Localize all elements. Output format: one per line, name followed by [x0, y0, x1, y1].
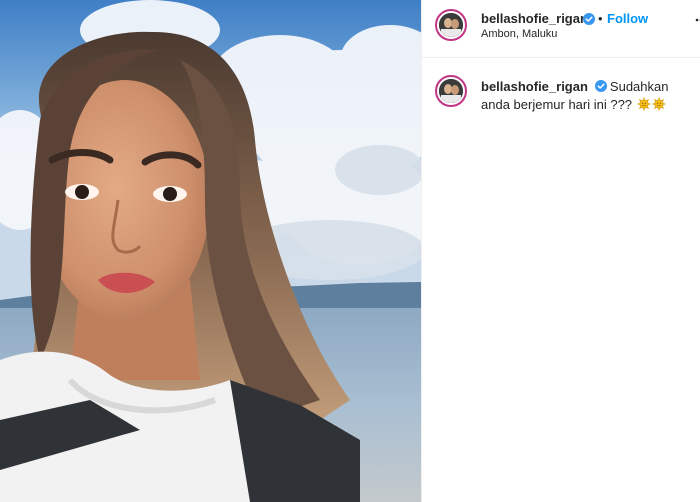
verified-badge-icon: [583, 13, 595, 25]
selfie-beach-image: [0, 0, 421, 502]
more-options-icon[interactable]: [695, 17, 700, 23]
caption-text-block: bellashofie_rigan Sudahkan anda berjemur…: [481, 78, 691, 114]
sun-emoji-icon: [652, 97, 666, 111]
post-header: bellashofie_rigan • Follow Ambon, Maluku: [422, 0, 700, 58]
post-photo[interactable]: [0, 0, 421, 502]
verified-badge-icon: [594, 80, 607, 92]
post-details-panel: bellashofie_rigan • Follow Ambon, Maluku: [421, 0, 700, 502]
separator-dot: •: [598, 11, 603, 26]
location-link[interactable]: Ambon, Maluku: [481, 28, 557, 40]
profile-photo: [439, 13, 463, 37]
caption-username-link[interactable]: bellashofie_rigan: [481, 79, 588, 94]
avatar[interactable]: [435, 9, 467, 41]
sun-emoji-icon: [637, 97, 651, 111]
profile-photo: [439, 79, 463, 103]
follow-button[interactable]: Follow: [607, 11, 648, 26]
avatar[interactable]: [435, 75, 467, 107]
username-link[interactable]: bellashofie_rigan: [481, 11, 588, 26]
